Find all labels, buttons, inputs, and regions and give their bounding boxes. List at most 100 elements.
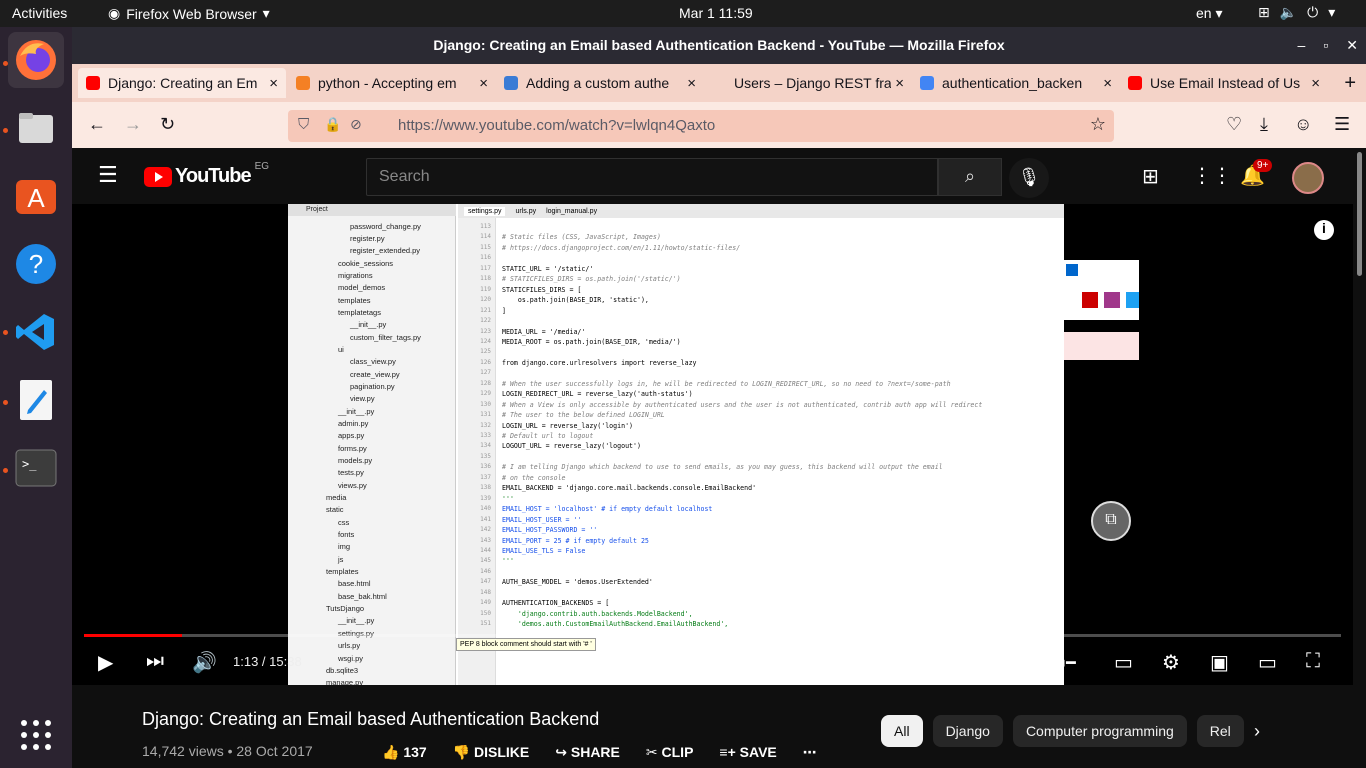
- language-indicator[interactable]: en ▾: [1196, 5, 1223, 22]
- url-text[interactable]: https://www.youtube.com/watch?v=lwlqn4Qa…: [398, 117, 715, 134]
- close-tab-icon[interactable]: ×: [479, 75, 488, 92]
- scrollbar-thumb[interactable]: [1357, 152, 1362, 276]
- code-line: STATIC_URL = '/static/': [502, 264, 594, 273]
- minimize-button[interactable]: –: [1298, 27, 1306, 64]
- code-line: EMAIL_USE_TLS = False: [502, 546, 586, 555]
- new-tab-button[interactable]: +: [1344, 72, 1356, 95]
- permissions-icon[interactable]: ⊘: [350, 116, 362, 133]
- line-number: 143: [480, 536, 491, 544]
- clip-button[interactable]: ✂ CLIP: [646, 744, 694, 761]
- system-top-bar: Activities ◉ Firefox Web Browser ▾ Mar 1…: [0, 0, 1366, 27]
- chip[interactable]: All: [881, 715, 923, 747]
- code-line: AUTHENTICATION_BACKENDS = [: [502, 599, 610, 608]
- maximize-button[interactable]: ▫: [1323, 27, 1328, 64]
- chevron-right-icon[interactable]: ›: [1254, 721, 1260, 742]
- downloads-icon[interactable]: ⤓: [1260, 114, 1268, 135]
- navigation-toolbar: ← → ↻ ⛉ 🔒 ⊘ https://www.youtube.com/watc…: [72, 102, 1366, 148]
- close-tab-icon[interactable]: ×: [1311, 75, 1320, 92]
- bookmark-star-icon[interactable]: ☆: [1090, 114, 1106, 135]
- snippet-icon: [1066, 264, 1078, 276]
- dock-files[interactable]: [8, 100, 64, 156]
- dock-text-editor[interactable]: [8, 372, 64, 428]
- search-button[interactable]: ⌕: [938, 158, 1002, 196]
- chip[interactable]: Computer programming: [1012, 715, 1187, 747]
- dock-help[interactable]: ?: [8, 236, 64, 292]
- browser-tab[interactable]: Use Email Instead of Us ×: [1120, 64, 1328, 102]
- youtube-header: ☰ YouTube EG Search ⌕ 🎙 ⊞ ⋮⋮ 🔔 9+: [72, 148, 1366, 204]
- browser-tab[interactable]: Adding a custom authe ×: [496, 64, 704, 102]
- guide-menu-icon[interactable]: ☰: [98, 162, 118, 188]
- svg-text:A: A: [27, 183, 45, 213]
- system-tray[interactable]: ⊞ 🔈 ⏻ ▾: [1258, 4, 1335, 21]
- dock-terminal[interactable]: >_: [8, 440, 64, 496]
- app-menu[interactable]: ◉ Firefox Web Browser ▾: [108, 5, 270, 22]
- miniplayer-suggest-icon[interactable]: ⧉: [1091, 501, 1131, 541]
- menu-icon[interactable]: ☰: [1334, 114, 1350, 135]
- browser-tab[interactable]: Users – Django REST frame×: [704, 64, 912, 102]
- chip[interactable]: Rel: [1196, 715, 1244, 747]
- pocket-icon[interactable]: ♡: [1226, 114, 1242, 135]
- tree-item: img: [338, 542, 351, 551]
- like-button[interactable]: 👍 137: [382, 744, 427, 761]
- create-video-icon[interactable]: ⊞: [1142, 164, 1159, 189]
- shield-icon[interactable]: ⛉: [298, 116, 309, 133]
- clock[interactable]: Mar 1 11:59: [679, 5, 753, 21]
- voice-search-button[interactable]: 🎙: [1009, 158, 1049, 198]
- play-icon[interactable]: ▶: [98, 650, 113, 675]
- browser-tab[interactable]: python - Accepting em ×: [288, 64, 496, 102]
- browser-tab[interactable]: Django: Creating an Em ×: [78, 68, 286, 98]
- forward-button[interactable]: →: [124, 114, 142, 135]
- tree-item: cookie_sessions: [338, 259, 394, 268]
- settings-gear-icon[interactable]: ⚙: [1162, 650, 1180, 675]
- youtube-icon: [1082, 292, 1098, 308]
- save-button[interactable]: ≡+ SAVE: [719, 744, 776, 761]
- dock-vscode[interactable]: [8, 304, 64, 360]
- dock-firefox[interactable]: [8, 32, 64, 88]
- activities-button[interactable]: Activities: [12, 5, 67, 21]
- dock-software[interactable]: A: [8, 168, 64, 224]
- twitter-icon: [1126, 292, 1139, 308]
- page-scrollbar[interactable]: [1353, 148, 1366, 768]
- line-number: 147: [480, 578, 491, 586]
- lock-icon[interactable]: 🔒: [324, 116, 341, 133]
- info-icon[interactable]: i: [1314, 220, 1334, 240]
- close-window-button[interactable]: ✕: [1346, 27, 1358, 64]
- url-bar[interactable]: ⛉ 🔒 ⊘ https://www.youtube.com/watch?v=lw…: [288, 110, 1114, 142]
- account-icon[interactable]: ☺: [1294, 114, 1312, 135]
- browser-tab[interactable]: authentication_backen ×: [912, 64, 1120, 102]
- back-button[interactable]: ←: [88, 114, 106, 135]
- progress-bar[interactable]: [84, 634, 1341, 637]
- fullscreen-icon[interactable]: ⛶: [1306, 650, 1320, 673]
- video-actions: 👍 137 👎 DISLIKE ↪ SHARE ✂ CLIP ≡+ SAVE ⋯: [382, 744, 817, 761]
- close-tab-icon[interactable]: ×: [1103, 75, 1112, 92]
- close-tab-icon[interactable]: ×: [687, 75, 696, 92]
- tab-strip: Django: Creating an Em × python - Acceptin…: [72, 64, 1366, 102]
- volume-icon[interactable]: 🔊: [192, 650, 217, 675]
- more-actions-button[interactable]: ⋯: [803, 744, 817, 761]
- search-input[interactable]: Search: [366, 158, 938, 196]
- youtube-logo[interactable]: YouTube EG: [144, 161, 269, 188]
- code-line: MEDIA_URL = '/media/': [502, 327, 586, 336]
- miniplayer-icon[interactable]: ▣: [1210, 650, 1229, 675]
- apps-icon[interactable]: ⋮⋮: [1192, 163, 1232, 188]
- time-display: 1:13 / 15:38: [233, 654, 302, 669]
- close-tab-icon[interactable]: ×: [895, 75, 904, 92]
- video-player[interactable]: Project password_change.py register.py reg…: [72, 204, 1353, 685]
- reload-button[interactable]: ↻: [160, 114, 175, 135]
- tab-title: Use Email Instead of Us: [1150, 75, 1301, 91]
- favicon-icon: [504, 76, 518, 90]
- next-icon[interactable]: ⏭: [146, 650, 164, 673]
- window-titlebar: Django: Creating an Email based Authenti…: [72, 27, 1366, 64]
- favicon-icon: [712, 76, 726, 90]
- line-number: 132: [480, 421, 491, 429]
- autoplay-toggle[interactable]: ⏸━: [1058, 653, 1076, 673]
- line-number: 118: [480, 275, 491, 283]
- avatar[interactable]: [1292, 162, 1324, 194]
- theater-mode-icon[interactable]: ▭: [1258, 650, 1277, 675]
- subtitles-icon[interactable]: ▭: [1114, 650, 1133, 675]
- show-apps-button[interactable]: [8, 707, 64, 763]
- share-button[interactable]: ↪ SHARE: [555, 744, 620, 761]
- close-tab-icon[interactable]: ×: [269, 75, 278, 92]
- chip[interactable]: Django: [932, 715, 1003, 747]
- dislike-button[interactable]: 👎 DISLIKE: [453, 744, 530, 761]
